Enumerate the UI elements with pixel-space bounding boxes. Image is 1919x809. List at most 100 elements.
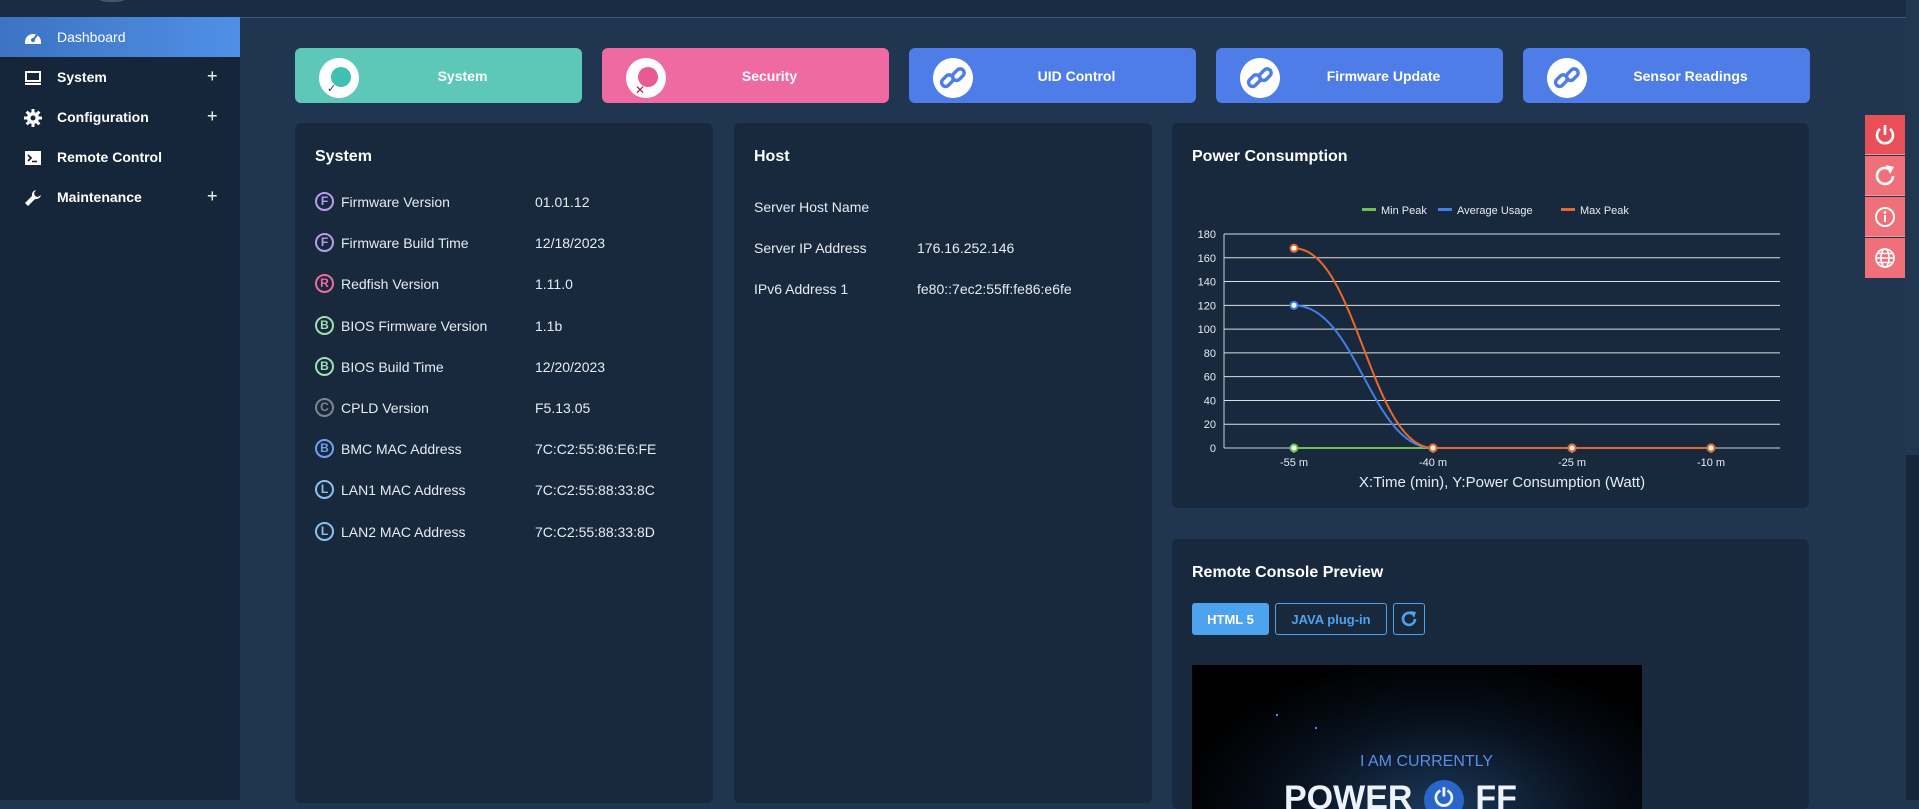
star-decoration [1276,714,1278,716]
x-tick-label: -55 m [1280,457,1308,469]
dashboard-icon [25,34,41,44]
monitor-icon [25,71,41,85]
sidebar-item-label: Dashboard [57,29,126,45]
svg-text:✕: ✕ [635,83,645,97]
y-tick-label: 80 [1204,348,1216,360]
y-tick-label: 40 [1204,395,1216,407]
tile-system[interactable]: ✓ System [295,48,582,103]
data-point [1289,300,1299,310]
row-value: 12/18/2023 [535,235,606,252]
refresh-icon [1401,611,1417,627]
gear-icon [24,109,42,127]
refresh-button[interactable] [1393,603,1425,635]
row-value: 1.11.0 [535,276,573,293]
html5-button[interactable]: HTML 5 [1192,603,1269,635]
power-action-button[interactable] [1865,115,1905,155]
main-content: ✓ System ✕ Security UID Control Firmware… [240,17,1919,809]
tile-label: Sensor Readings [1633,67,1748,84]
power-icon [1875,124,1895,144]
legend-swatch [1362,208,1376,211]
tile-security[interactable]: ✕ Security [602,48,889,103]
y-tick-label: 120 [1198,300,1216,312]
host-panel: Host Server Host Name Server IP Address … [734,123,1152,803]
row-value: F5.13.05 [535,400,591,416]
info-icon [1875,206,1895,227]
sidebar-item-label: System [57,69,107,85]
tile-label: Security [741,67,798,84]
sidebar-item-dashboard[interactable]: Dashboard [0,17,240,57]
system-panel: System F Firmware Version 01.01.12 F Firmwar… [295,123,713,803]
row-value: 7C:C2:55:86:E6:FE [535,441,657,458]
row-badge-icon: B [315,439,334,459]
row-badge-icon: F [315,192,334,211]
row-label: BIOS Firmware Version [341,317,488,334]
system-info-row: F Firmware Version 01.01.12 [315,190,695,216]
sidebar-item-configuration[interactable]: Configuration + [0,97,240,137]
security-status-icon: ✕ [626,58,666,98]
y-tick-label: 0 [1210,443,1216,455]
legend-swatch [1438,208,1452,211]
power-consumption-chart: 0 20 40 60 80 100 120 140 160 180 -55 m -40 m -25 m -… [1198,205,1780,491]
star-decoration [1315,727,1317,729]
row-badge-icon: C [315,398,334,417]
scrollbar-track[interactable] [1906,455,1919,800]
system-info-row: B BIOS Firmware Version 1.1b [315,314,695,340]
wrench-icon [25,190,41,206]
globe-icon [1875,248,1895,268]
tile-firmware-update[interactable]: Firmware Update [1216,48,1503,103]
system-info-row: C CPLD Version F5.13.05 [315,396,695,422]
y-tick-label: 180 [1198,229,1216,241]
row-value: 12/20/2023 [535,358,606,375]
expand-toggle[interactable]: + [207,66,218,87]
expand-toggle[interactable]: + [207,106,218,127]
data-point [1289,443,1299,453]
console-status-heading: POWER ⏻ FF [1284,779,1517,809]
y-tick-label: 140 [1198,277,1216,289]
row-label: BIOS Build Time [341,358,444,375]
link-icon [1547,58,1587,98]
row-label: LAN1 MAC Address [341,482,466,499]
row-badge-icon: B [315,356,334,376]
link-icon [1240,58,1280,98]
host-ip-value: 176.16.252.146 [917,240,1015,256]
terminal-icon [25,151,41,165]
console-preview-screen[interactable]: I AM CURRENTLY POWER ⏻ FF [1192,665,1642,809]
sidebar-item-label: Remote Control [57,149,162,165]
sidebar-item-system[interactable]: System + [0,57,240,97]
system-info-row: L LAN1 MAC Address 7C:C2:55:88:33:8C [315,478,695,504]
tile-sensor-readings[interactable]: Sensor Readings [1523,48,1810,103]
row-label: CPLD Version [341,400,429,416]
sidebar-item-label: Configuration [57,109,149,125]
svg-text:✓: ✓ [327,83,336,95]
remote-console-panel: Remote Console Preview HTML 5 JAVA plug-… [1172,539,1809,809]
row-value: 01.01.12 [535,194,590,210]
data-point [1289,243,1299,253]
data-point [1567,443,1577,453]
row-value: 1.1b [535,317,563,334]
data-point [1428,443,1438,453]
reload-icon [1875,164,1895,185]
sidebar-item-remote-control[interactable]: Remote Control [0,137,240,177]
sidebar-item-maintenance[interactable]: Maintenance + [0,177,240,217]
expand-toggle[interactable]: + [207,186,218,207]
row-label: Firmware Build Time [341,235,469,252]
console-heading-part: FF [1475,779,1517,809]
language-action-button[interactable] [1865,238,1905,278]
logo [88,0,136,2]
row-badge-icon: F [315,233,334,253]
row-label: LAN2 MAC Address [341,523,466,540]
info-action-button[interactable] [1865,197,1905,237]
tile-label: Firmware Update [1326,67,1441,84]
legend-swatch [1561,208,1575,211]
host-ip-label: Server IP Address [754,240,867,256]
tile-uid-control[interactable]: UID Control [909,48,1196,103]
java-plugin-button[interactable]: JAVA plug-in [1275,603,1387,635]
row-value: 7C:C2:55:88:33:8D [535,523,655,540]
link-icon [933,58,973,98]
y-tick-label: 160 [1198,253,1216,265]
sidebar-item-label: Maintenance [57,189,142,205]
reload-action-button[interactable] [1865,156,1905,196]
top-header-bar [0,0,1919,18]
row-badge-icon: B [315,315,334,335]
row-label: Firmware Version [341,194,450,210]
